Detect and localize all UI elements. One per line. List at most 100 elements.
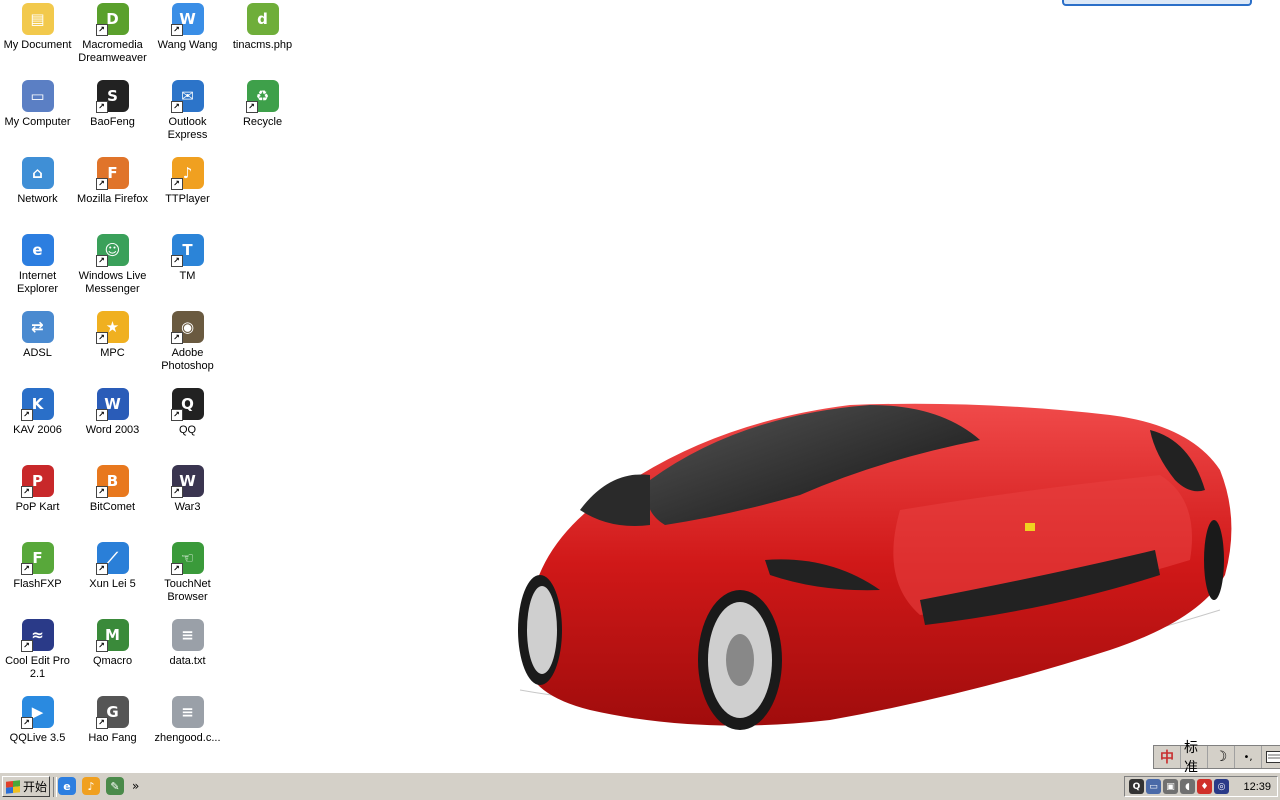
desktop-icon-label: War3 [174, 501, 201, 513]
shortcut-arrow-icon: ↗ [170, 409, 183, 421]
desktop-icon[interactable]: S ↗ BaoFeng [75, 77, 150, 154]
qq-tray-icon[interactable]: Q [1129, 779, 1144, 794]
desktop-icon[interactable]: W ↗ Wang Wang [150, 0, 225, 77]
empty-slot [225, 308, 300, 385]
shortcut-arrow-icon: ↗ [20, 563, 33, 575]
desktop-icon-label: TM [179, 270, 196, 282]
qqlive-icon: ▶ ↗ [20, 696, 54, 729]
desktop-icon-label: Cool Edit Pro 2.1 [5, 655, 70, 680]
qq-icon: Q ↗ [170, 388, 204, 421]
quick-launch-more-button[interactable]: » [132, 779, 139, 793]
desktop-icon[interactable]: ≡ data.txt [150, 616, 225, 693]
desktop-icon[interactable]: ⇄ ADSL [0, 308, 75, 385]
moon-icon[interactable]: ☽ [1208, 746, 1235, 768]
desktop-icon-label: Network [17, 193, 58, 205]
folder-document-icon: ▤ [21, 3, 54, 35]
desktop-icon[interactable]: F ↗ FlashFXP [0, 539, 75, 616]
messenger-icon: ☺ ↗ [95, 234, 129, 267]
desktop-icon[interactable]: ★ ↗ MPC [75, 308, 150, 385]
mpc-icon: ★ ↗ [95, 311, 129, 344]
network-tray-icon[interactable]: ▭ [1146, 779, 1161, 794]
desktop-icon[interactable]: W ↗ War3 [150, 462, 225, 539]
antivirus-tray-icon[interactable]: ◎ [1214, 779, 1229, 794]
desktop-icon[interactable]: ✉ ↗ Outlook Express [150, 77, 225, 154]
desktop-icon[interactable]: P ↗ PoP Kart [0, 462, 75, 539]
shortcut-arrow-icon: ↗ [20, 717, 33, 729]
desktop-icon[interactable]: ☺ ↗ Windows Live Messenger [75, 231, 150, 308]
desktop-icon[interactable]: D ↗ Macromedia Dreamweaver [75, 0, 150, 77]
desktop-icon[interactable]: Q ↗ QQ [150, 385, 225, 462]
desktop-icon[interactable]: F ↗ Mozilla Firefox [75, 154, 150, 231]
text-file-icon: ≡ [171, 696, 204, 728]
desktop-icon-label: Mozilla Firefox [77, 193, 148, 205]
shortcut-arrow-icon: ↗ [170, 24, 183, 36]
empty-slot [225, 693, 300, 770]
desktop-icon[interactable]: ⟋ ↗ Xun Lei 5 [75, 539, 150, 616]
desktop-icon[interactable]: ▤ My Document [0, 0, 75, 77]
cooledit-icon: ≈ ↗ [20, 619, 54, 652]
ime-logo-icon[interactable]: 中 [1154, 746, 1181, 768]
desktop-icon-label: ADSL [23, 347, 52, 359]
desktop-icon-label: My Document [3, 39, 72, 51]
punctuation-icon[interactable]: •, [1235, 746, 1262, 768]
shortcut-arrow-icon: ↗ [170, 101, 183, 113]
desktop-icon[interactable]: W ↗ Word 2003 [75, 385, 150, 462]
shortcut-arrow-icon: ↗ [20, 640, 33, 652]
desktop-icon[interactable]: ◉ ↗ Adobe Photoshop [150, 308, 225, 385]
desktop-icon[interactable]: M ↗ Qmacro [75, 616, 150, 693]
desktop-icon-label: Qmacro [92, 655, 133, 667]
desktop-icon[interactable]: ♪ ↗ TTPlayer [150, 154, 225, 231]
my-computer-icon: ▭ [21, 80, 54, 112]
desktop-icon-label: PoP Kart [15, 501, 60, 513]
desktop-icon[interactable]: ⌂ Network [0, 154, 75, 231]
desktop-icon[interactable]: ≡ zhengood.c... [150, 693, 225, 770]
empty-slot [225, 385, 300, 462]
word-icon: W ↗ [95, 388, 129, 421]
clock[interactable]: 12:39 [1243, 781, 1271, 793]
desktop-icon[interactable]: G ↗ Hao Fang [75, 693, 150, 770]
tm-icon: T ↗ [170, 234, 204, 267]
shortcut-arrow-icon: ↗ [20, 486, 33, 498]
desktop-icon-label: TouchNet Browser [164, 578, 211, 603]
keyboard-icon[interactable] [1262, 746, 1280, 768]
shortcut-arrow-icon: ↗ [95, 409, 108, 421]
shortcut-arrow-icon: ↗ [245, 101, 258, 113]
desktop-icon-label: Windows Live Messenger [78, 270, 147, 295]
shortcut-arrow-icon: ↗ [170, 178, 183, 190]
desktop-icon-grid: ▤ My Document D ↗ Macromedia Dreamweaver W ↗ Wa… [0, 0, 300, 770]
empty-slot [225, 231, 300, 308]
desktop-icon-label: Macromedia Dreamweaver [78, 39, 147, 64]
popkart-icon: P ↗ [20, 465, 54, 498]
tool-icon[interactable]: ✎ [106, 777, 124, 795]
desktop-icon-label: Internet Explorer [17, 270, 58, 295]
firefox-icon: F ↗ [95, 157, 129, 190]
desktop-icon[interactable]: d tinacms.php [225, 0, 300, 77]
monitor-tray-icon[interactable]: ▣ [1163, 779, 1178, 794]
empty-slot [225, 539, 300, 616]
desktop: ▤ My Document D ↗ Macromedia Dreamweaver W ↗ Wa… [0, 0, 1280, 772]
desktop-icon[interactable]: ☜ ↗ TouchNet Browser [150, 539, 225, 616]
outlook-express-icon: ✉ ↗ [170, 80, 204, 113]
war3-icon: W ↗ [170, 465, 204, 498]
desktop-icon[interactable]: e Internet Explorer [0, 231, 75, 308]
internet-explorer-icon[interactable]: e [58, 777, 76, 795]
speaker-tray-icon[interactable]: ◖ [1180, 779, 1195, 794]
empty-slot [225, 616, 300, 693]
desktop-icon[interactable]: ▶ ↗ QQLive 3.5 [0, 693, 75, 770]
desktop-icon[interactable]: B ↗ BitComet [75, 462, 150, 539]
desktop-icon[interactable]: ♻ ↗ Recycle [225, 77, 300, 154]
desktop-icon[interactable]: ▭ My Computer [0, 77, 75, 154]
desktop-icon[interactable]: T ↗ TM [150, 231, 225, 308]
adsl-icon: ⇄ [21, 311, 54, 343]
ime-toolbar[interactable]: 中 标准 ☽ •, [1153, 740, 1280, 772]
desktop-icon[interactable]: K ↗ KAV 2006 [0, 385, 75, 462]
ime-mode-label[interactable]: 标准 [1181, 740, 1208, 772]
desktop-icon-label: KAV 2006 [13, 424, 62, 436]
ttplayer-icon[interactable]: ♪ [82, 777, 100, 795]
start-button[interactable]: 开始 [2, 776, 50, 797]
photoshop-icon: ◉ ↗ [170, 311, 204, 344]
dreamweaver-icon: D ↗ [95, 3, 129, 36]
shield-tray-icon[interactable]: ♦ [1197, 779, 1212, 794]
desktop-icon[interactable]: ≈ ↗ Cool Edit Pro 2.1 [0, 616, 75, 693]
start-label: 开始 [23, 780, 48, 794]
